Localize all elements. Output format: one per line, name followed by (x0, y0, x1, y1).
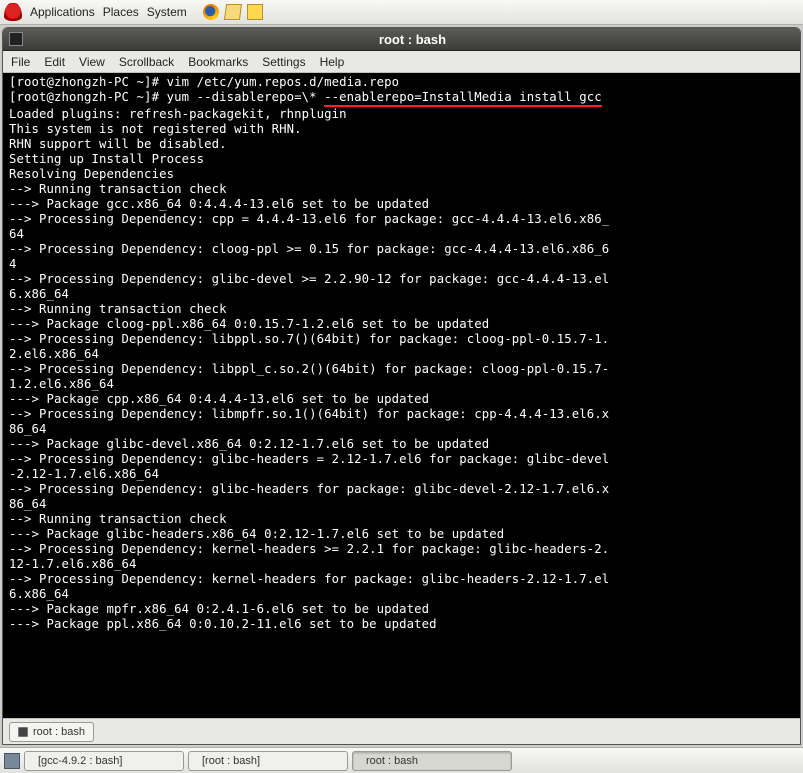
prompt-line-1: [root@zhongzh-PC ~]# vim /etc/yum.repos.… (9, 75, 399, 89)
window-title: root : bash (31, 32, 794, 47)
menu-file[interactable]: File (11, 55, 30, 69)
task-button-1[interactable]: [root : bash] (188, 751, 348, 771)
window-titlebar[interactable]: root : bash (3, 28, 800, 51)
menu-view[interactable]: View (79, 55, 105, 69)
prompt-line-2: [root@zhongzh-PC ~]# yum --disablerepo=\… (9, 90, 602, 104)
terminal-tab-0[interactable]: root : bash (9, 722, 94, 742)
terminal-tabs: root : bash (3, 718, 800, 744)
firefox-icon[interactable] (203, 4, 219, 20)
panel-menu-applications[interactable]: Applications (30, 5, 95, 19)
window-menubar: File Edit View Scrollback Bookmarks Sett… (3, 51, 800, 73)
show-desktop-icon[interactable] (4, 753, 20, 769)
menu-settings[interactable]: Settings (262, 55, 305, 69)
terminal-tab-label: root : bash (33, 726, 85, 738)
menu-bookmarks[interactable]: Bookmarks (188, 55, 248, 69)
mail-icon[interactable] (224, 4, 242, 20)
highlighted-argument: --enablerepo=InstallMedia install gcc (324, 90, 602, 107)
menu-edit[interactable]: Edit (44, 55, 65, 69)
task-button-0[interactable]: [gcc-4.9.2 : bash] (24, 751, 184, 771)
task-label: root : bash (366, 755, 418, 767)
window-app-icon (9, 32, 23, 46)
bottom-taskbar: [gcc-4.9.2 : bash] [root : bash] root : … (0, 747, 803, 773)
task-button-2[interactable]: root : bash (352, 751, 512, 771)
terminal-viewport[interactable]: [root@zhongzh-PC ~]# vim /etc/yum.repos.… (3, 73, 800, 718)
notes-icon[interactable] (247, 4, 263, 20)
task-label: [root : bash] (202, 755, 260, 767)
top-panel: Applications Places System (0, 0, 803, 25)
panel-menu-places[interactable]: Places (103, 5, 139, 19)
menu-scrollback[interactable]: Scrollback (119, 55, 174, 69)
terminal-output: Loaded plugins: refresh-packagekit, rhnp… (9, 107, 609, 631)
menu-help[interactable]: Help (320, 55, 345, 69)
terminal-tab-icon (18, 727, 28, 737)
panel-menu-system[interactable]: System (147, 5, 187, 19)
distro-logo-icon (4, 3, 22, 21)
terminal-window: root : bash File Edit View Scrollback Bo… (2, 27, 801, 745)
task-label: [gcc-4.9.2 : bash] (38, 755, 122, 767)
